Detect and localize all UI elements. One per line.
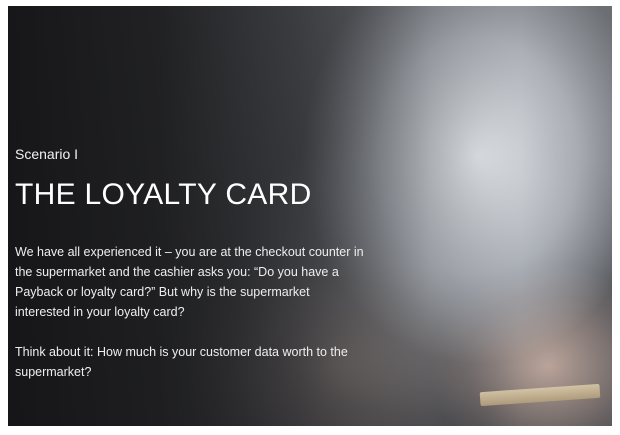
scenario-slide: Scenario I THE LOYALTY CARD We have all … (8, 6, 612, 426)
scenario-paragraph-2: Think about it: How much is your custome… (15, 345, 348, 379)
scenario-paragraph-1: We have all experienced it – you are at … (15, 245, 364, 319)
scenario-label: Scenario I (15, 146, 79, 162)
scenario-title: THE LOYALTY CARD (15, 178, 312, 211)
